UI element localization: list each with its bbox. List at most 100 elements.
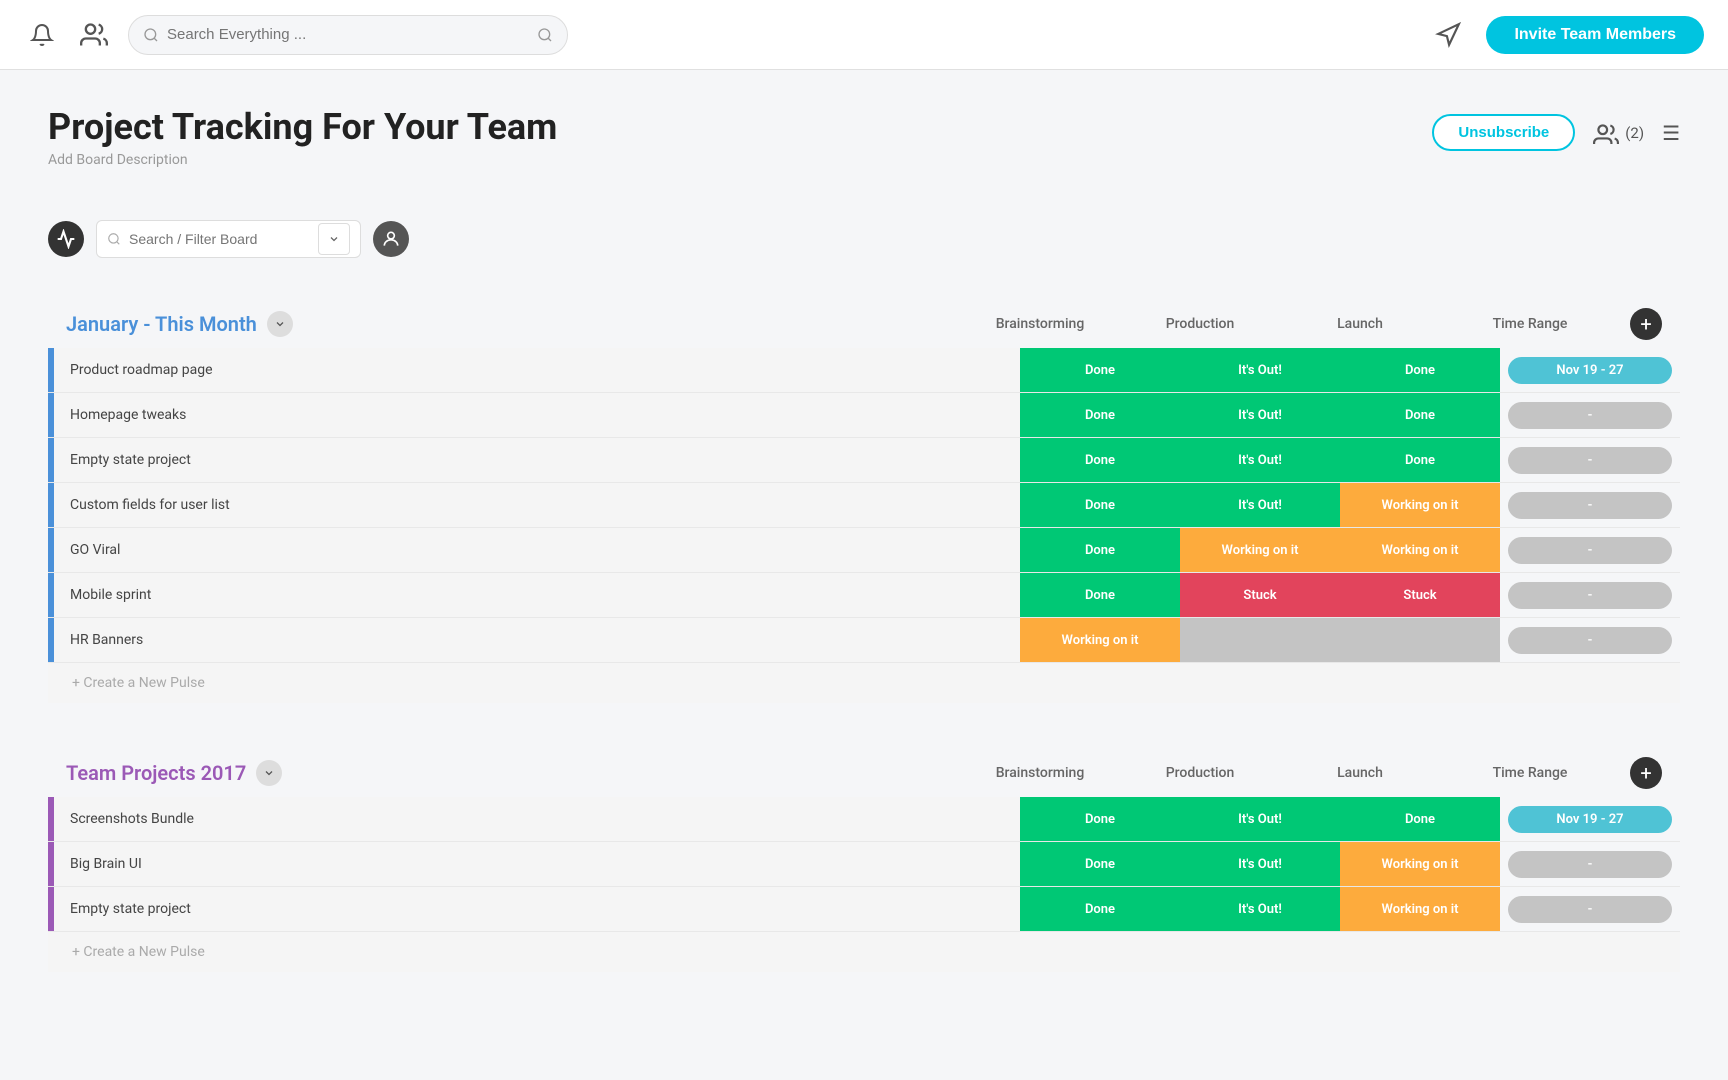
bell-icon[interactable] [24,17,60,53]
table-row: Product roadmap page Done It's Out! Done… [48,348,1680,393]
table-row: Screenshots Bundle Done It's Out! Done N… [48,797,1680,842]
launch-cell: Working on it [1340,887,1500,931]
add-column-btn[interactable]: + [1630,308,1662,340]
page-subtitle: Add Board Description [48,152,557,168]
time-range-cell[interactable]: - [1500,438,1680,482]
nav-right: Invite Team Members [1430,16,1704,54]
task-name: Mobile sprint [54,573,1020,617]
filter-input[interactable] [129,231,310,247]
col-header-production: Production [1120,765,1280,781]
create-pulse-btn[interactable]: + Create a New Pulse [48,931,1680,972]
brainstorming-cell: Done [1020,483,1180,527]
global-search-bar[interactable] [128,15,568,55]
time-range-pill[interactable]: Nov 19 - 27 [1508,357,1672,384]
task-name: Screenshots Bundle [54,797,1020,841]
invite-team-button[interactable]: Invite Team Members [1486,16,1704,54]
task-name: Custom fields for user list [54,483,1020,527]
section-header: January - This Month Brainstorming Produ… [48,290,1680,340]
production-cell: It's Out! [1180,393,1340,437]
rows-container: Screenshots Bundle Done It's Out! Done N… [48,797,1680,931]
col-header-production: Production [1120,316,1280,332]
production-cell: It's Out! [1180,438,1340,482]
col-header-launch: Launch [1280,765,1440,781]
col-header-launch: Launch [1280,316,1440,332]
time-range-pill[interactable]: - [1508,582,1672,609]
time-range-cell[interactable]: - [1500,573,1680,617]
production-cell: It's Out! [1180,348,1340,392]
time-range-pill[interactable]: - [1508,537,1672,564]
col-header-timerange: Time Range [1440,316,1620,332]
time-range-pill[interactable]: - [1508,492,1672,519]
launch-cell: Stuck [1340,573,1500,617]
main-content: Project Tracking For Your Team Add Board… [0,70,1728,1044]
brainstorming-cell: Done [1020,528,1180,572]
table-row: Big Brain UI Done It's Out! Working on i… [48,842,1680,887]
menu-icon[interactable]: ☰ [1662,121,1680,145]
col-header-brainstorming: Brainstorming [960,316,1120,332]
board-toolbar [48,220,1680,258]
megaphone-icon[interactable] [1430,17,1466,53]
time-range-cell[interactable]: - [1500,842,1680,886]
production-cell: Working on it [1180,528,1340,572]
brainstorming-cell: Done [1020,348,1180,392]
page-header: Project Tracking For Your Team Add Board… [48,106,1680,196]
launch-cell: Done [1340,438,1500,482]
table-row: Mobile sprint Done Stuck Stuck - [48,573,1680,618]
group-dropdown-btn[interactable] [256,760,282,786]
team-count-label: (2) [1625,124,1644,142]
production-cell: It's Out! [1180,887,1340,931]
page-actions: Unsubscribe (2) ☰ [1432,106,1680,151]
search-input[interactable] [167,26,529,43]
launch-cell: Done [1340,797,1500,841]
group-header: Team Projects 2017 [66,760,282,786]
filter-bar[interactable] [96,220,361,258]
brainstorming-cell: Done [1020,393,1180,437]
rows-container: Product roadmap page Done It's Out! Done… [48,348,1680,662]
time-range-pill[interactable]: - [1508,627,1672,654]
group-title: January - This Month [66,312,257,336]
launch-cell: Working on it [1340,483,1500,527]
time-range-pill[interactable]: Nov 19 - 27 [1508,806,1672,833]
col-header-timerange: Time Range [1440,765,1620,781]
table-row: Custom fields for user list Done It's Ou… [48,483,1680,528]
board-section-team-projects: Team Projects 2017 Brainstorming Product… [48,739,1680,972]
time-range-pill[interactable]: - [1508,851,1672,878]
production-cell [1180,618,1340,662]
create-pulse-btn[interactable]: + Create a New Pulse [48,662,1680,703]
top-nav: Invite Team Members [0,0,1728,70]
users-icon[interactable] [76,17,112,53]
section-header: Team Projects 2017 Brainstorming Product… [48,739,1680,789]
production-cell: It's Out! [1180,797,1340,841]
pulse-icon[interactable] [48,221,84,257]
launch-cell: Done [1340,393,1500,437]
group-dropdown-btn[interactable] [267,311,293,337]
brainstorming-cell: Done [1020,438,1180,482]
time-range-cell[interactable]: - [1500,483,1680,527]
time-range-cell[interactable]: Nov 19 - 27 [1500,348,1680,392]
table-row: Empty state project Done It's Out! Done … [48,438,1680,483]
production-cell: Stuck [1180,573,1340,617]
time-range-cell[interactable]: - [1500,618,1680,662]
time-range-cell[interactable]: - [1500,528,1680,572]
avatar-filter-btn[interactable] [373,221,409,257]
table-row: GO Viral Done Working on it Working on i… [48,528,1680,573]
team-members-count[interactable]: (2) [1593,122,1644,144]
board-section-january: January - This Month Brainstorming Produ… [48,290,1680,703]
time-range-pill[interactable]: - [1508,447,1672,474]
brainstorming-cell: Done [1020,842,1180,886]
group-header: January - This Month [66,311,293,337]
table-row: HR Banners Working on it - [48,618,1680,662]
time-range-cell[interactable]: - [1500,887,1680,931]
time-range-cell[interactable]: Nov 19 - 27 [1500,797,1680,841]
filter-dropdown-btn[interactable] [318,223,350,255]
time-range-cell[interactable]: - [1500,393,1680,437]
brainstorming-cell: Done [1020,887,1180,931]
brainstorming-cell: Working on it [1020,618,1180,662]
launch-cell: Done [1340,348,1500,392]
add-column-btn[interactable]: + [1630,757,1662,789]
col-header-brainstorming: Brainstorming [960,765,1120,781]
time-range-pill[interactable]: - [1508,402,1672,429]
task-name: Big Brain UI [54,842,1020,886]
unsubscribe-button[interactable]: Unsubscribe [1432,114,1575,151]
time-range-pill[interactable]: - [1508,896,1672,923]
